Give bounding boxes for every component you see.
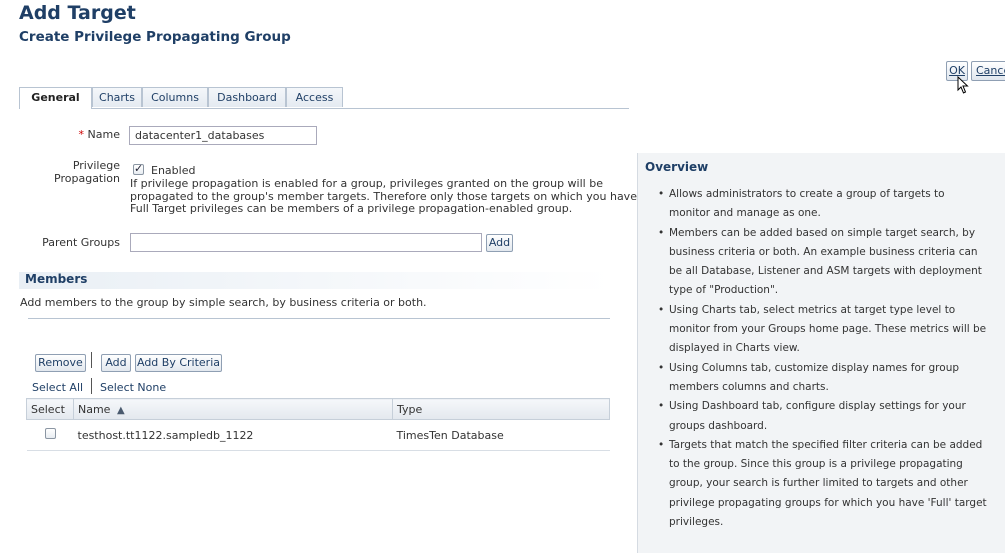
required-mark: * — [78, 128, 85, 141]
overview-line: to the group. Since this group is a priv… — [669, 458, 963, 471]
tab-access[interactable]: Access — [286, 87, 343, 107]
row-name-cell: testhost.tt1122.sampledb_1122 — [73, 419, 393, 451]
overview-line: type of "Production". — [669, 284, 779, 297]
overview-line: Using Dashboard tab, configure display s… — [669, 400, 966, 413]
cancel-button[interactable]: Cance — [971, 61, 1005, 81]
overview-line: privileges. — [669, 516, 724, 529]
members-section-header — [19, 272, 611, 289]
link-separator — [91, 378, 92, 394]
members-table: Select Name ▲ Type testhost.tt1122.sampl… — [26, 398, 610, 451]
name-label: * Name — [40, 128, 120, 141]
add-by-criteria-button[interactable]: Add By Criteria — [135, 354, 222, 372]
overview-line: monitor from your Groups home page. Thes… — [669, 323, 987, 336]
members-description: Add members to the group by simple searc… — [20, 296, 427, 309]
page-title: Add Target — [19, 2, 136, 24]
overview-line: Members can be added based on simple tar… — [669, 226, 976, 239]
propagation-help-text: If privilege propagation is enabled for … — [130, 177, 637, 216]
add-member-button[interactable]: Add — [101, 354, 131, 372]
overview-line: be all Database, Listener and ASM target… — [669, 265, 982, 278]
column-header-type[interactable]: Type — [392, 398, 610, 420]
divider — [28, 318, 610, 319]
overview-item: Members can be added based on simple tar… — [658, 224, 1005, 301]
overview-list: Allows administrators to create a group … — [645, 185, 1005, 532]
overview-line: Using Columns tab, customize display nam… — [669, 361, 960, 374]
overview-line: members columns and charts. — [669, 380, 829, 393]
overview-item: Targets that match the specified filter … — [658, 436, 1005, 532]
table-header-row: Select Name ▲ Type — [26, 398, 610, 420]
column-header-name-label: Name — [78, 402, 111, 416]
table-row: testhost.tt1122.sampledb_1122 TimesTen D… — [26, 419, 610, 451]
overview-line: groups dashboard. — [669, 419, 768, 432]
tab-bar: General Charts Columns Dashboard Access — [19, 87, 629, 109]
help-line-1: If privilege propagation is enabled for … — [130, 177, 603, 190]
parent-groups-label: Parent Groups — [42, 236, 120, 249]
overview-item: Allows administrators to create a group … — [658, 185, 1005, 224]
overview-line: Using Charts tab, select metrics at targ… — [669, 303, 956, 316]
privilege-label-line1: Privilege — [72, 159, 120, 172]
overview-item: Using Dashboard tab, configure display s… — [658, 397, 1005, 436]
column-header-select[interactable]: Select — [26, 398, 74, 420]
overview-item: Using Columns tab, customize display nam… — [658, 359, 1005, 398]
members-title: Members — [25, 272, 88, 286]
overview-line: business criteria or both. An example bu… — [669, 245, 978, 258]
page-subtitle: Create Privilege Propagating Group — [19, 29, 291, 45]
overview-line: Allows administrators to create a group … — [669, 188, 945, 200]
enabled-label: Enabled — [151, 164, 196, 177]
name-input[interactable] — [129, 126, 317, 145]
column-header-name[interactable]: Name ▲ — [73, 398, 393, 420]
overview-line: displayed in Charts view. — [669, 342, 800, 355]
privilege-label-line2: Propagation — [54, 172, 120, 185]
enabled-checkbox[interactable] — [133, 162, 144, 175]
overview-item: Using Charts tab, select metrics at targ… — [658, 301, 1005, 359]
mouse-pointer-icon — [957, 76, 969, 94]
help-line-3: Full Target privileges can be members of… — [130, 202, 573, 215]
select-all-link[interactable]: Select All — [32, 381, 83, 394]
sort-ascending-icon[interactable]: ▲ — [117, 405, 125, 416]
row-type-cell: TimesTen Database — [392, 419, 610, 451]
remove-button[interactable]: Remove — [35, 354, 86, 372]
overview-title: Overview — [645, 160, 709, 174]
overview-line: monitor and manage as one. — [669, 207, 821, 220]
tab-general[interactable]: General — [19, 87, 92, 109]
add-parent-group-button[interactable]: Add — [486, 234, 513, 252]
tab-columns[interactable]: Columns — [142, 87, 208, 107]
select-none-link[interactable]: Select None — [100, 381, 166, 394]
overview-line: privilege propagating groups for which y… — [669, 496, 987, 509]
privilege-propagation-label: Privilege Propagation — [40, 159, 120, 185]
overview-line: group, your search is further limited to… — [669, 477, 968, 490]
overview-line: Targets that match the specified filter … — [669, 438, 983, 451]
row-select-checkbox[interactable] — [44, 428, 56, 439]
tab-dashboard[interactable]: Dashboard — [208, 87, 286, 107]
toolbar-separator — [91, 352, 92, 368]
row-select-cell — [26, 419, 74, 451]
tab-charts[interactable]: Charts — [92, 87, 142, 107]
parent-groups-input[interactable] — [130, 233, 482, 252]
name-label-text: Name — [87, 128, 120, 141]
